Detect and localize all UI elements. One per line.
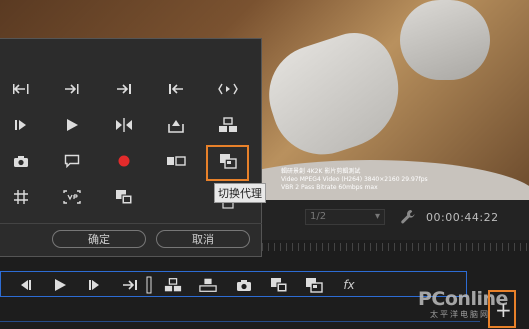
- overwrite-icon[interactable]: [199, 276, 217, 294]
- go-to-in-icon[interactable]: [164, 79, 188, 99]
- overlay-line: 輯研景創 4K2K 影片剪輯測試: [281, 168, 361, 175]
- ok-button[interactable]: 确定: [52, 230, 146, 248]
- divider: [0, 223, 262, 224]
- proxy-highlight-box: [206, 145, 249, 181]
- overlay-icon[interactable]: [270, 276, 288, 294]
- button-editor-toggle[interactable]: +: [488, 290, 516, 328]
- go-to-out-icon[interactable]: [121, 276, 139, 294]
- playhead-timecode: 00:00:44:22: [426, 211, 499, 224]
- divider: [144, 276, 154, 294]
- fx-icon[interactable]: fx: [340, 276, 358, 294]
- vr-icon[interactable]: [60, 187, 84, 207]
- compare-view-icon[interactable]: [164, 151, 188, 171]
- overlay-icon[interactable]: [112, 187, 136, 207]
- overlay-line: Video MPEG4 Video (H264) 3840×2160 29.97…: [281, 176, 428, 183]
- play-icon[interactable]: [51, 276, 69, 294]
- wrench-icon[interactable]: [400, 209, 416, 225]
- export-frame-icon[interactable]: [164, 115, 188, 135]
- comment-icon[interactable]: [60, 151, 84, 171]
- divider: [0, 321, 480, 322]
- safe-margins-icon[interactable]: [9, 187, 33, 207]
- multicam-icon[interactable]: [216, 115, 240, 135]
- tooltip: 切换代理: [214, 183, 266, 203]
- go-to-out-icon[interactable]: [112, 79, 136, 99]
- watermark-subtitle: 太平洋电脑网: [430, 310, 490, 319]
- play-icon[interactable]: [60, 115, 84, 135]
- overlay-line: VBR 2 Pass Bitrate 60mbps max: [281, 184, 378, 191]
- time-ruler[interactable]: [262, 243, 529, 251]
- step-back-icon[interactable]: [16, 276, 34, 294]
- resolution-select[interactable]: 1/2 ▾: [305, 209, 385, 225]
- chevron-down-icon: ▾: [374, 211, 380, 222]
- cancel-button[interactable]: 取消: [156, 230, 250, 248]
- transport-button-bar: fx: [0, 271, 467, 297]
- step-back-icon[interactable]: [9, 115, 33, 135]
- resolution-select-value: 1/2: [310, 211, 327, 222]
- mark-in-icon[interactable]: [9, 79, 33, 99]
- toggle-proxy-icon[interactable]: [305, 276, 323, 294]
- trim-icon[interactable]: [112, 115, 136, 135]
- glove-shape: [400, 0, 490, 80]
- glove-shape: [256, 22, 414, 168]
- button-editor-panel: 切换代理 确定 取消: [0, 38, 266, 257]
- camera-icon[interactable]: [9, 151, 33, 171]
- camera-icon[interactable]: [235, 276, 253, 294]
- mark-clip-icon[interactable]: [216, 79, 240, 99]
- plus-icon: +: [495, 298, 512, 322]
- insert-icon[interactable]: [164, 276, 182, 294]
- step-forward-icon[interactable]: [86, 276, 104, 294]
- mark-out-icon[interactable]: [60, 79, 84, 99]
- record-icon[interactable]: [112, 151, 136, 171]
- video-overlay-text: 輯研景創 4K2K 影片剪輯測試 Video MPEG4 Video (H264…: [281, 168, 428, 192]
